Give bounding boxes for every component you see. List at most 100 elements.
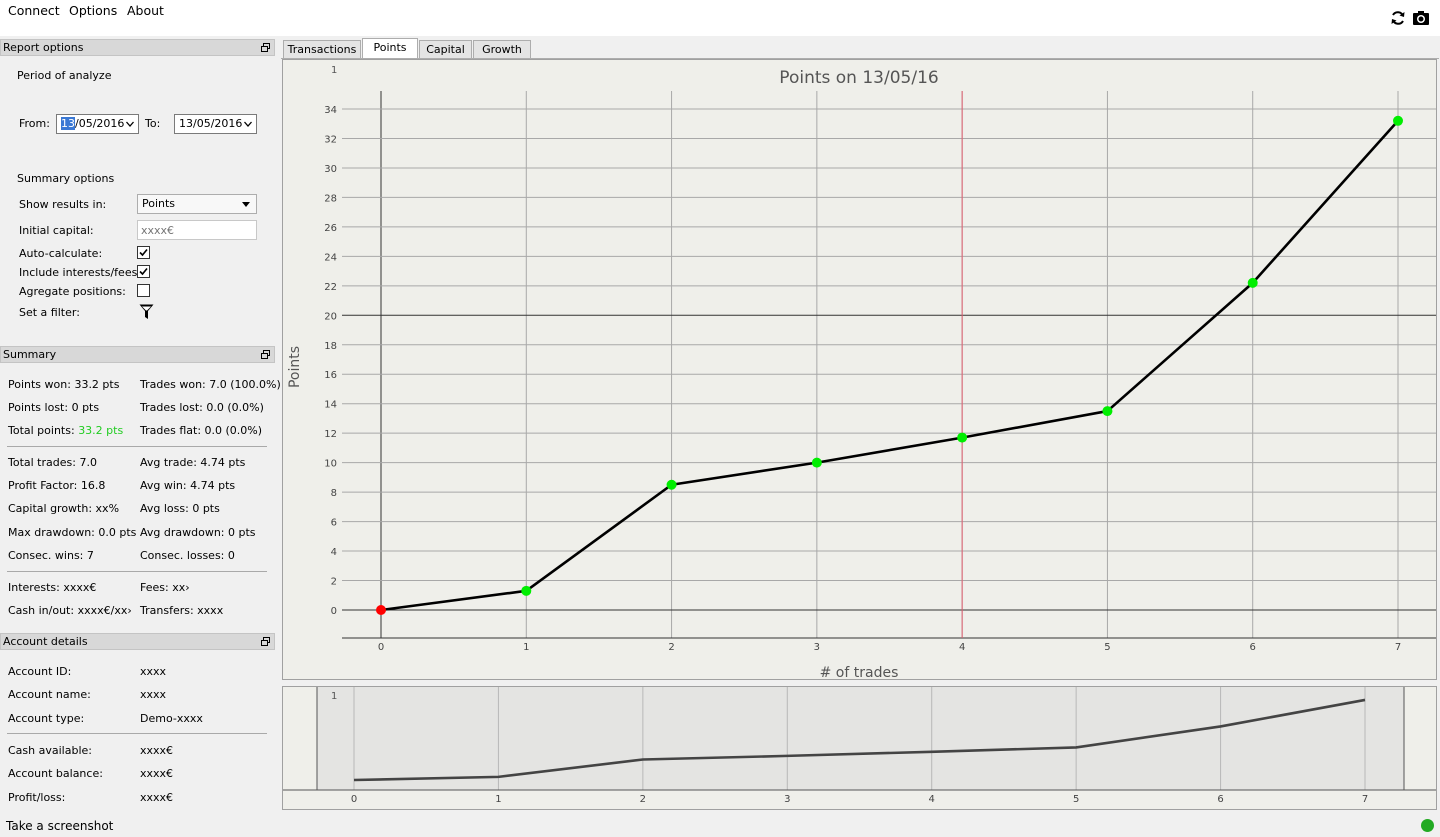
float-panel-icon[interactable] (261, 350, 270, 359)
divider (7, 571, 267, 572)
overview-x-tick-label: 6 (1217, 794, 1223, 805)
from-date-rest: /05/2016 (75, 117, 125, 130)
account-details-title: Account details (3, 635, 88, 648)
report-options-header: Report options (0, 39, 275, 56)
fees: Fees: xx› (140, 581, 190, 594)
trades-lost: Trades lost: 0.0 (0.0%) (140, 401, 264, 414)
tab-points[interactable]: Points (362, 38, 418, 59)
menu-options[interactable]: Options (69, 3, 117, 18)
tab-growth[interactable]: Growth (473, 40, 531, 58)
overview-x-tick-label: 7 (1362, 794, 1368, 805)
avg-trade: Avg trade: 4.74 pts (140, 456, 246, 469)
refresh-icon[interactable] (1389, 9, 1407, 27)
avg-win: Avg win: 4.74 pts (140, 479, 236, 492)
y-tick-label: 24 (324, 252, 337, 263)
data-point (957, 432, 968, 443)
tab-capital[interactable]: Capital (419, 40, 472, 58)
to-date-field[interactable]: 13/05/2016 (174, 114, 257, 134)
menu-connect[interactable]: Connect (8, 3, 60, 18)
data-point (376, 605, 386, 615)
account-name-value: xxxx (140, 688, 167, 701)
data-point (1247, 277, 1258, 288)
consec-losses: Consec. losses: 0 (140, 549, 235, 562)
total-points-label: Total points: (8, 424, 79, 437)
status-text: Take a screenshot (6, 819, 114, 833)
trades-flat: Trades flat: 0.0 (0.0%) (140, 424, 263, 437)
overview-x-tick-label: 0 (351, 794, 357, 805)
x-tick-label: 6 (1250, 642, 1256, 653)
y-tick-label: 10 (324, 459, 337, 470)
camera-icon[interactable] (1412, 9, 1430, 27)
y-tick-label: 22 (324, 282, 337, 293)
x-tick-label: 3 (814, 642, 820, 653)
data-point (521, 585, 532, 596)
to-date-value: 13/05/2016 (179, 117, 243, 130)
filter-icon[interactable] (139, 304, 154, 320)
from-date-field[interactable]: 13/05/2016 (56, 114, 139, 134)
data-point (811, 457, 822, 468)
aggregate-label: Agregate positions: (19, 285, 126, 298)
report-options-title: Report options (3, 41, 84, 54)
y-tick-label: 32 (324, 134, 337, 145)
y-tick-label: 20 (324, 311, 337, 322)
overview-chart-frame: 1 0 1 2 3 4 5 6 7 (282, 686, 1437, 810)
profit-factor: Profit Factor: 16.8 (8, 479, 106, 492)
y-axis-label: Points (287, 346, 303, 388)
chart-title: Points on 13/05/16 (779, 68, 938, 88)
connection-status-indicator (1421, 819, 1434, 832)
chart-corner-label: 1 (331, 65, 337, 76)
x-axis-label: # of trades (820, 665, 899, 679)
y-tick-label: 30 (324, 164, 337, 175)
account-balance-value: xxxx€ (140, 767, 174, 780)
avg-drawdown: Avg drawdown: 0 pts (140, 526, 256, 539)
y-tick-label: 18 (324, 341, 337, 352)
initial-capital-label: Initial capital: (19, 224, 94, 237)
y-tick-label: 28 (324, 193, 337, 204)
show-results-select[interactable]: Points (137, 194, 257, 214)
consec-wins: Consec. wins: 7 (8, 549, 94, 562)
total-trades: Total trades: 7.0 (8, 456, 97, 469)
points-chart[interactable]: 1 Points on 13/05/160 1 2 3 4 5 6 70246810121416… (283, 60, 1436, 679)
points-won: Points won: 33.2 pts (8, 378, 120, 391)
y-tick-label: 34 (324, 105, 337, 116)
cash-available-value: xxxx€ (140, 744, 174, 757)
x-tick-label: 4 (959, 642, 965, 653)
chevron-down-icon (126, 121, 134, 127)
x-tick-label: 7 (1395, 642, 1401, 653)
tab-transactions[interactable]: Transactions (283, 40, 361, 58)
show-results-value: Points (142, 197, 176, 210)
overview-corner-label: 1 (331, 691, 337, 702)
show-results-label: Show results in: (19, 198, 107, 211)
to-label: To: (145, 117, 161, 130)
auto-calculate-checkbox[interactable] (137, 246, 150, 259)
checkmark-icon (139, 248, 148, 257)
account-id-value: xxxx (140, 665, 167, 678)
x-tick-label: 2 (668, 642, 674, 653)
overview-x-tick-label: 2 (640, 794, 646, 805)
y-tick-label: 2 (331, 577, 337, 588)
overview-selection-area (317, 687, 1404, 790)
account-type-value: Demo-xxxx (140, 712, 203, 725)
cash-in-out: Cash in/out: xxxx€/xx› (8, 604, 132, 617)
filter-label: Set a filter: (19, 306, 80, 319)
x-tick-label: 0 (378, 642, 384, 653)
include-fees-checkbox[interactable] (137, 265, 150, 278)
points-series-line (380, 119, 1399, 612)
overview-x-tick-label: 4 (929, 794, 935, 805)
account-details-header: Account details (0, 633, 275, 650)
overview-chart[interactable]: 1 0 1 2 3 4 5 6 7 (283, 687, 1436, 809)
status-bar: Take a screenshot (0, 814, 1440, 837)
aggregate-checkbox[interactable] (137, 284, 150, 297)
menu-about[interactable]: About (127, 3, 164, 18)
initial-capital-input[interactable] (137, 220, 257, 240)
float-panel-icon[interactable] (261, 637, 270, 646)
y-tick-label: 6 (331, 518, 337, 529)
divider (7, 733, 267, 734)
data-point (1102, 406, 1113, 417)
y-tick-label: 26 (324, 223, 337, 234)
total-points: Total points: 33.2 pts (8, 424, 123, 437)
account-id-label: Account ID: (8, 665, 72, 678)
transfers: Transfers: xxxx (140, 604, 224, 617)
from-date-day: 13 (61, 117, 75, 130)
float-panel-icon[interactable] (261, 43, 270, 52)
